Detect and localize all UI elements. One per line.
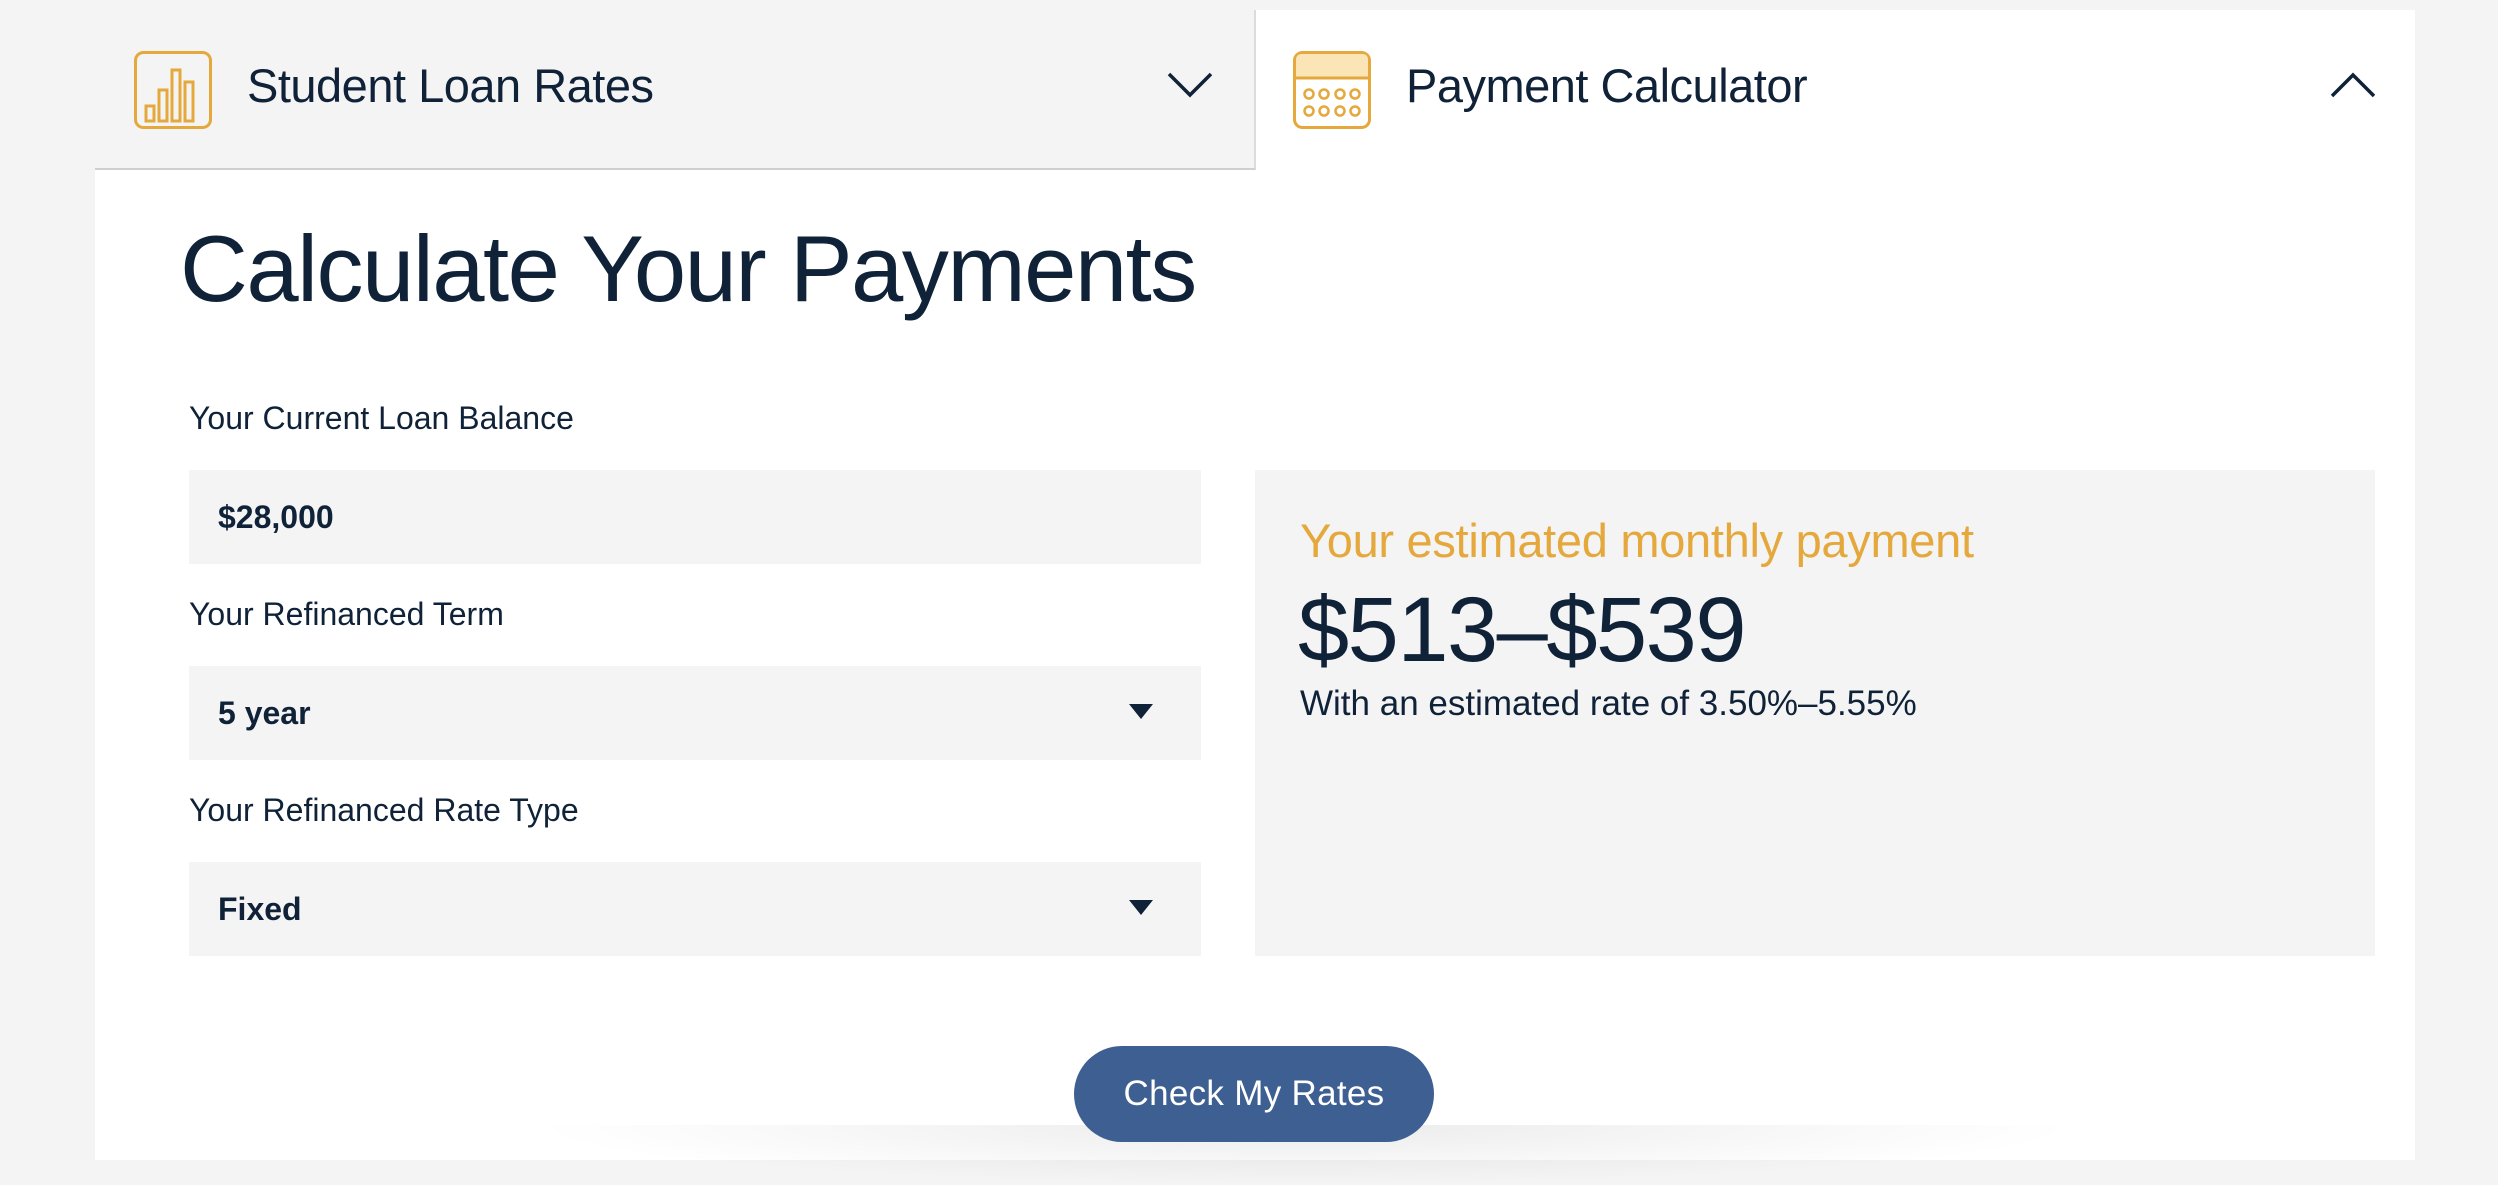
refinanced-term-value: 5 year <box>218 694 311 731</box>
tab-label: Payment Calculator <box>1406 59 1808 112</box>
refinanced-term-label: Your Refinanced Term <box>189 596 504 632</box>
chevron-up-icon[interactable] <box>2329 70 2377 100</box>
calculator-icon <box>1292 50 1372 130</box>
estimate-panel: Your estimated monthly payment $513–$539… <box>1255 470 2375 956</box>
estimate-rate: With an estimated rate of 3.50%–5.55% <box>1300 684 1917 723</box>
loan-balance-label: Your Current Loan Balance <box>189 400 574 436</box>
check-my-rates-button[interactable]: Check My Rates <box>1074 1046 1434 1142</box>
chevron-down-icon[interactable] <box>1166 70 1214 100</box>
estimate-amount: $513–$539 <box>1298 579 1747 681</box>
rate-type-label: Your Refinanced Rate Type <box>189 792 579 828</box>
rate-type-value: Fixed <box>218 890 302 927</box>
bar-chart-icon <box>133 50 213 130</box>
tab-label: Student Loan Rates <box>247 59 654 112</box>
tab-payment-calculator[interactable]: Payment Calculator <box>1256 10 2415 170</box>
calculator-panel: Student Loan Rates Payment Calculator Ca… <box>95 10 2415 1185</box>
caret-down-icon <box>1129 704 1153 719</box>
page-title: Calculate Your Payments <box>180 216 1197 321</box>
estimate-heading: Your estimated monthly payment <box>1300 514 1974 567</box>
refinanced-term-select[interactable]: 5 year <box>189 666 1201 760</box>
rate-type-select[interactable]: Fixed <box>189 862 1201 956</box>
tab-student-loan-rates[interactable]: Student Loan Rates <box>95 10 1256 170</box>
caret-down-icon <box>1129 900 1153 915</box>
loan-balance-value: $28,000 <box>218 498 334 535</box>
loan-balance-input[interactable]: $28,000 <box>189 470 1201 564</box>
